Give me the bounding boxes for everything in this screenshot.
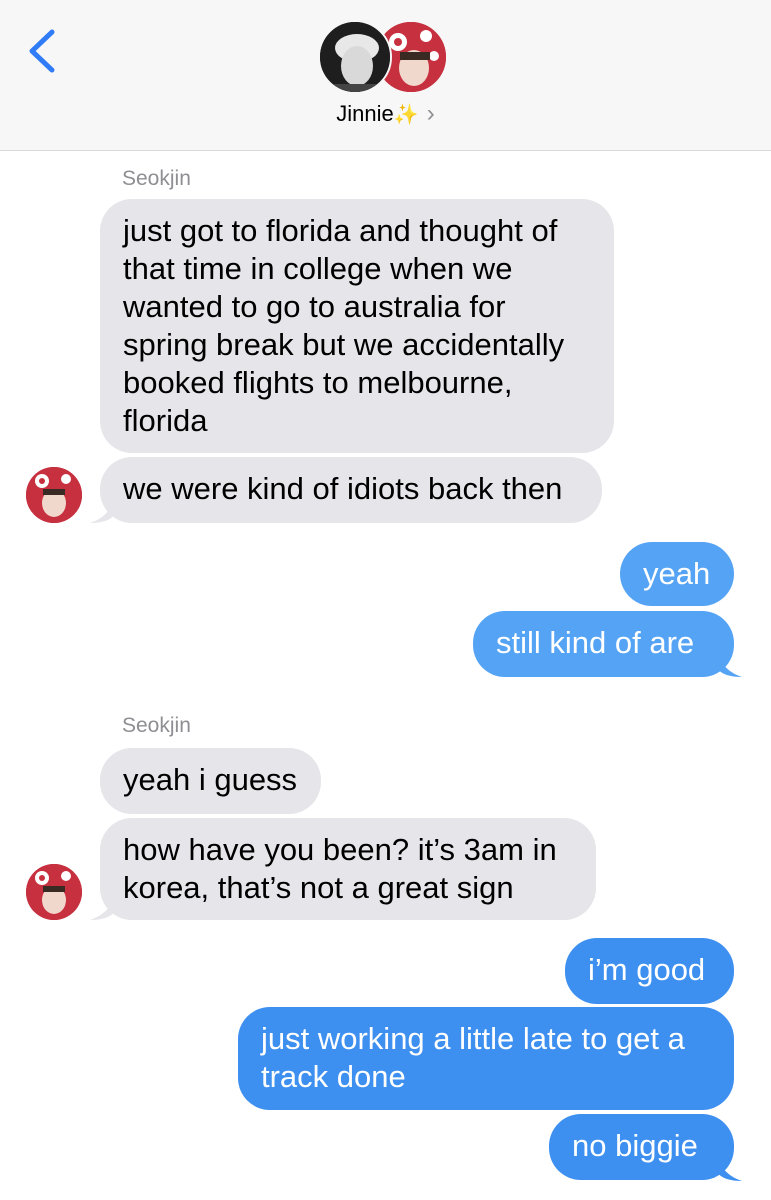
conversation-header: Jinnie✨ › (0, 0, 771, 151)
back-button[interactable] (22, 26, 62, 76)
message-bubble-incoming[interactable]: we were kind of idiots back then (100, 457, 602, 523)
sparkles-icon: ✨ (393, 104, 419, 126)
message-bubble-incoming[interactable]: just got to florida and thought of that … (100, 199, 614, 453)
message-bubble-outgoing[interactable]: still kind of are (473, 611, 734, 677)
sender-avatar (26, 467, 82, 523)
message-bubble-outgoing[interactable]: no biggie (549, 1114, 734, 1180)
message-bubble-outgoing[interactable]: just working a little late to get a trac… (238, 1007, 734, 1110)
group-avatars[interactable] (318, 20, 453, 96)
sender-name: Seokjin (122, 167, 191, 190)
message-bubble-incoming[interactable]: how have you been? it’s 3am in korea, th… (100, 818, 596, 920)
sender-avatar (26, 864, 82, 920)
bubble-tail (718, 1155, 742, 1181)
message-bubble-outgoing[interactable]: i’m good (565, 938, 734, 1004)
bubble-tail (718, 651, 742, 677)
message-bubble-outgoing[interactable]: yeah (620, 542, 734, 606)
message-bubble-incoming[interactable]: yeah i guess (100, 748, 321, 814)
bubble-tail (90, 894, 114, 920)
contact-name: Jinnie (336, 101, 394, 126)
chevron-right-icon: › (426, 100, 435, 127)
sender-name: Seokjin (122, 714, 191, 737)
bubble-tail (90, 497, 114, 523)
avatar (318, 20, 392, 94)
contact-name-row[interactable]: Jinnie✨ › (0, 100, 771, 128)
chevron-left-icon (29, 29, 55, 73)
